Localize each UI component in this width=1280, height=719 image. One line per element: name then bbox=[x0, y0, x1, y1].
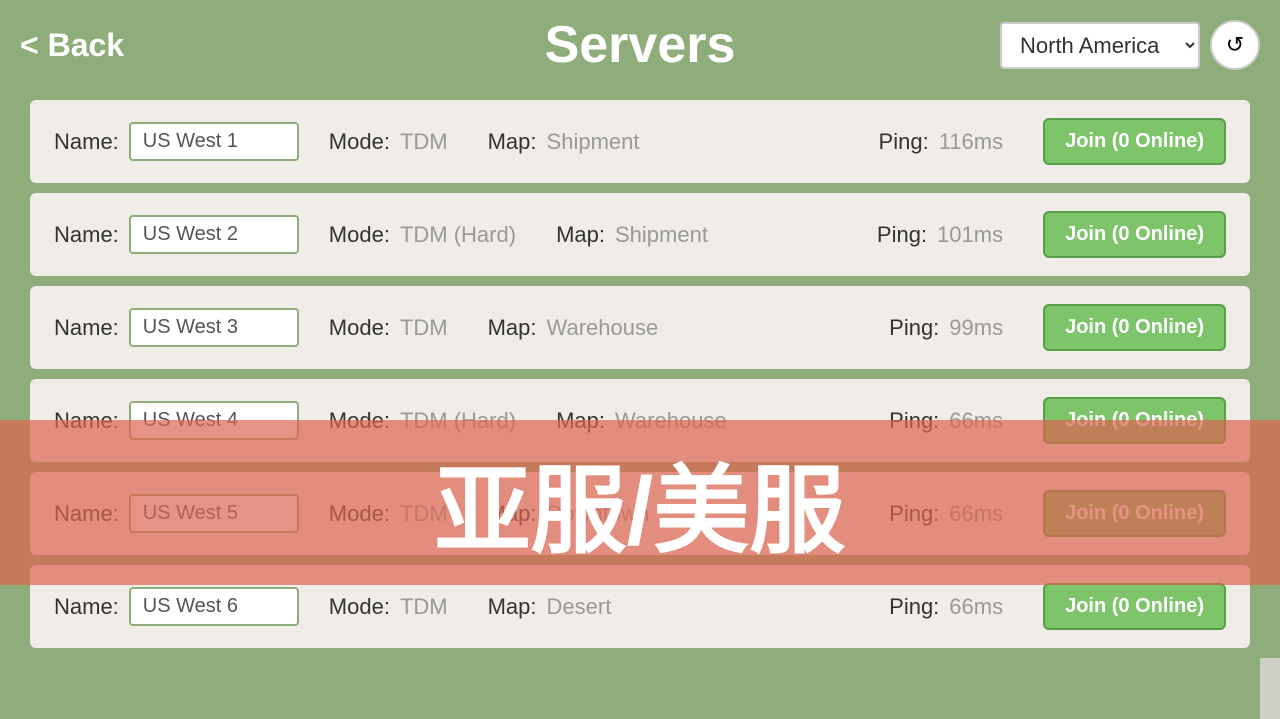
map-group: Map: Warehouse bbox=[488, 315, 669, 341]
name-group: Name: bbox=[54, 587, 299, 626]
mode-label: Mode: bbox=[329, 594, 390, 620]
mode-label: Mode: bbox=[329, 129, 390, 155]
refresh-icon: ↺ bbox=[1226, 32, 1244, 58]
name-label: Name: bbox=[54, 129, 119, 155]
header: < Back Servers North America Europe Asia… bbox=[0, 0, 1280, 90]
table-row: Name: Mode: TDM Map: Warehouse Ping: 99m… bbox=[30, 286, 1250, 369]
ping-label: Ping: bbox=[889, 594, 939, 620]
server-name-input[interactable] bbox=[129, 215, 299, 254]
overlay-banner: 亚服/美服 bbox=[0, 420, 1280, 585]
join-button[interactable]: Join (0 Online) bbox=[1043, 211, 1226, 258]
map-value: Shipment bbox=[547, 129, 640, 155]
ping-group: Ping: 101ms bbox=[877, 222, 1013, 248]
name-label: Name: bbox=[54, 315, 119, 341]
ping-group: Ping: 116ms bbox=[879, 129, 1014, 155]
mode-label: Mode: bbox=[329, 222, 390, 248]
overlay-text: 亚服/美服 bbox=[435, 433, 846, 572]
join-button[interactable]: Join (0 Online) bbox=[1043, 304, 1226, 351]
mode-group: Mode: TDM (Hard) bbox=[329, 222, 526, 248]
mode-group: Mode: TDM bbox=[329, 129, 458, 155]
ping-group: Ping: 99ms bbox=[889, 315, 1013, 341]
back-button[interactable]: < Back bbox=[20, 27, 124, 64]
name-group: Name: bbox=[54, 215, 299, 254]
map-value: Shipment bbox=[615, 222, 708, 248]
ping-label: Ping: bbox=[877, 222, 927, 248]
refresh-button[interactable]: ↺ bbox=[1210, 20, 1260, 70]
mode-value: TDM (Hard) bbox=[400, 222, 516, 248]
name-group: Name: bbox=[54, 308, 299, 347]
mode-label: Mode: bbox=[329, 315, 390, 341]
mode-value: TDM bbox=[400, 315, 448, 341]
map-label: Map: bbox=[488, 594, 537, 620]
map-group: Map: Shipment bbox=[488, 129, 650, 155]
table-row: Name: Mode: TDM (Hard) Map: Shipment Pin… bbox=[30, 193, 1250, 276]
table-row: Name: Mode: TDM Map: Shipment Ping: 116m… bbox=[30, 100, 1250, 183]
mode-group: Mode: TDM bbox=[329, 594, 458, 620]
name-group: Name: bbox=[54, 122, 299, 161]
map-value: Desert bbox=[547, 594, 612, 620]
map-label: Map: bbox=[556, 222, 605, 248]
name-label: Name: bbox=[54, 222, 119, 248]
server-name-input[interactable] bbox=[129, 122, 299, 161]
ping-value: 116ms bbox=[939, 129, 1003, 155]
page-title: Servers bbox=[545, 15, 736, 75]
mode-value: TDM bbox=[400, 129, 448, 155]
region-select[interactable]: North America Europe Asia South America bbox=[1000, 22, 1200, 69]
ping-label: Ping: bbox=[889, 315, 939, 341]
map-group: Map: Shipment bbox=[556, 222, 718, 248]
server-name-input[interactable] bbox=[129, 308, 299, 347]
ping-value: 101ms bbox=[937, 222, 1003, 248]
map-group: Map: Desert bbox=[488, 594, 622, 620]
map-label: Map: bbox=[488, 129, 537, 155]
server-name-input[interactable] bbox=[129, 587, 299, 626]
ping-value: 66ms bbox=[949, 594, 1003, 620]
mode-value: TDM bbox=[400, 594, 448, 620]
header-right: North America Europe Asia South America … bbox=[1000, 20, 1260, 70]
mode-group: Mode: TDM bbox=[329, 315, 458, 341]
name-label: Name: bbox=[54, 594, 119, 620]
ping-value: 99ms bbox=[949, 315, 1003, 341]
ping-group: Ping: 66ms bbox=[889, 594, 1013, 620]
join-button[interactable]: Join (0 Online) bbox=[1043, 118, 1226, 165]
ping-label: Ping: bbox=[879, 129, 929, 155]
join-button[interactable]: Join (0 Online) bbox=[1043, 583, 1226, 630]
map-label: Map: bbox=[488, 315, 537, 341]
map-value: Warehouse bbox=[547, 315, 659, 341]
